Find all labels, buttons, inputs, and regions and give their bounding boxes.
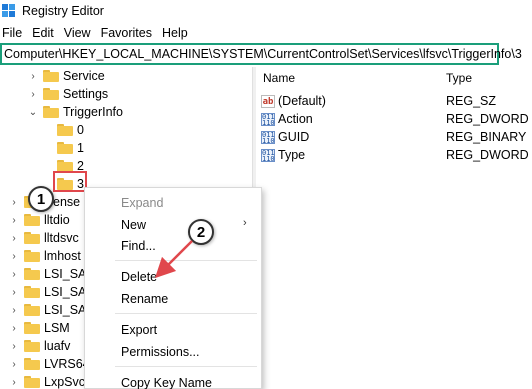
chevron-right-icon[interactable]: › — [8, 377, 20, 388]
menu-item-rename[interactable]: Rename — [121, 290, 168, 308]
menu-separator — [115, 313, 257, 314]
tree-item-lsm[interactable]: › LSM — [8, 319, 70, 337]
tree-item-key-0[interactable]: 0 — [57, 121, 84, 139]
menu-item-copy-key-name[interactable]: Copy Key Name — [121, 374, 212, 389]
folder-icon — [24, 304, 40, 316]
registry-app-icon — [2, 4, 16, 18]
chevron-right-icon[interactable]: › — [8, 287, 20, 298]
folder-icon — [24, 340, 40, 352]
chevron-right-icon[interactable]: › — [8, 197, 20, 208]
value-type: REG_DWORD — [446, 148, 529, 162]
tree-item-lxpsvc[interactable]: › LxpSvc — [8, 373, 85, 389]
tree-item-label: lmhost — [44, 249, 81, 263]
binary-value-icon: 011 110 — [261, 112, 275, 127]
chevron-right-icon[interactable]: › — [8, 323, 20, 334]
value-row[interactable]: ab (Default) — [261, 92, 326, 110]
tree-item-label: Service — [63, 69, 105, 83]
tree-item-lltdsvc[interactable]: › lltdsvc — [8, 229, 79, 247]
chevron-right-icon[interactable]: › — [8, 215, 20, 226]
menu-edit[interactable]: Edit — [30, 26, 62, 40]
tree-item-lsi-sas3[interactable]: › LSI_SAS — [8, 301, 94, 319]
red-arrow-icon — [154, 240, 193, 279]
menu-help[interactable]: Help — [160, 26, 196, 40]
column-header-name[interactable]: Name — [263, 71, 295, 87]
chevron-right-icon[interactable]: › — [8, 269, 20, 280]
tree-item-lsi-sas[interactable]: › LSI_SAS — [8, 265, 94, 283]
value-name: (Default) — [278, 94, 326, 108]
submenu-arrow-icon: › — [243, 217, 247, 229]
menu-item-permissions[interactable]: Permissions... — [121, 343, 200, 361]
tree-item-label: Settings — [63, 87, 109, 101]
menu-favorites[interactable]: Favorites — [99, 26, 160, 40]
title-bar: Registry Editor — [0, 0, 532, 22]
address-path: Computer\HKEY_LOCAL_MACHINE\SYSTEM\Curre… — [4, 47, 522, 61]
tree-item-lvrs64[interactable]: › LVRS64 — [8, 355, 90, 373]
value-name: Type — [278, 148, 306, 162]
folder-icon — [24, 358, 40, 370]
tree-item-label: LSM — [44, 321, 70, 335]
tree-item-label: luafv — [44, 339, 71, 353]
chevron-right-icon[interactable]: › — [8, 251, 20, 262]
value-name: GUID — [278, 130, 310, 144]
tree-item-label: LxpSvc — [44, 375, 85, 389]
folder-icon — [57, 142, 73, 154]
chevron-down-icon[interactable]: ⌄ — [27, 107, 39, 118]
tree-item-lsi-sas2[interactable]: › LSI_SAS — [8, 283, 94, 301]
tree-item-settings[interactable]: › Settings — [27, 85, 108, 103]
value-type: REG_DWORD — [446, 112, 529, 126]
folder-icon — [24, 268, 40, 280]
string-value-icon: ab — [261, 94, 275, 108]
folder-icon — [24, 286, 40, 298]
chevron-right-icon[interactable]: › — [27, 71, 39, 82]
menu-file[interactable]: File — [0, 26, 30, 40]
value-name: Action — [278, 112, 313, 126]
tree-item-lmhosts[interactable]: › lmhost — [8, 247, 81, 265]
value-row[interactable]: 011 110 Action — [261, 110, 313, 128]
chevron-right-icon[interactable]: › — [8, 341, 20, 352]
folder-icon — [24, 376, 40, 388]
column-header-type[interactable]: Type — [446, 71, 472, 87]
menu-item-new[interactable]: New — [121, 216, 146, 234]
tree-item-luafv[interactable]: › luafv — [8, 337, 70, 355]
tree-item-lltdio[interactable]: › lltdio — [8, 211, 70, 229]
tree-item-label: 1 — [77, 141, 84, 155]
tree-item-key-1[interactable]: 1 — [57, 139, 84, 157]
chevron-right-icon[interactable]: › — [27, 89, 39, 100]
tree-item-label: 0 — [77, 123, 84, 137]
tree-item-label: lltdsvc — [44, 231, 79, 245]
folder-icon — [24, 214, 40, 226]
chevron-right-icon[interactable]: › — [8, 305, 20, 316]
menu-item-export[interactable]: Export — [121, 321, 157, 339]
chevron-right-icon[interactable]: › — [8, 359, 20, 370]
menu-bar: File Edit View Favorites Help — [0, 24, 196, 42]
value-type: REG_BINARY — [446, 130, 527, 144]
value-type: REG_SZ — [446, 94, 497, 108]
tree-item-label: TriggerInfo — [63, 105, 123, 119]
selected-key-highlight — [53, 171, 87, 192]
folder-icon — [24, 232, 40, 244]
tree-item-label: LVRS64 — [44, 357, 90, 371]
chevron-right-icon[interactable]: › — [8, 233, 20, 244]
tree-item-service[interactable]: › Service — [27, 67, 105, 85]
binary-value-icon: 011 110 — [261, 148, 275, 163]
tree-item-label: lltdio — [44, 213, 70, 227]
tree-item-triggerinfo[interactable]: ⌄ TriggerInfo — [27, 103, 123, 121]
menu-separator — [115, 366, 257, 367]
value-row[interactable]: 011 110 Type — [261, 146, 305, 164]
folder-icon — [24, 322, 40, 334]
folder-icon — [43, 88, 59, 100]
menu-view[interactable]: View — [62, 26, 99, 40]
value-row[interactable]: 011 110 GUID — [261, 128, 309, 146]
values-list-pane[interactable]: Name Type ab (Default) REG_SZ 011 110 Act… — [256, 67, 532, 389]
folder-open-icon — [43, 106, 59, 118]
step-1-callout: 1 — [28, 186, 54, 212]
binary-value-icon: 011 110 — [261, 130, 275, 145]
address-bar[interactable]: Computer\HKEY_LOCAL_MACHINE\SYSTEM\Curre… — [0, 43, 522, 65]
context-menu: Expand New › Find... Delete Rename Expor… — [84, 187, 262, 389]
folder-icon — [43, 70, 59, 82]
folder-icon — [57, 124, 73, 136]
window-title: Registry Editor — [22, 4, 104, 18]
folder-icon — [24, 250, 40, 262]
menu-item-expand[interactable]: Expand — [121, 194, 163, 212]
